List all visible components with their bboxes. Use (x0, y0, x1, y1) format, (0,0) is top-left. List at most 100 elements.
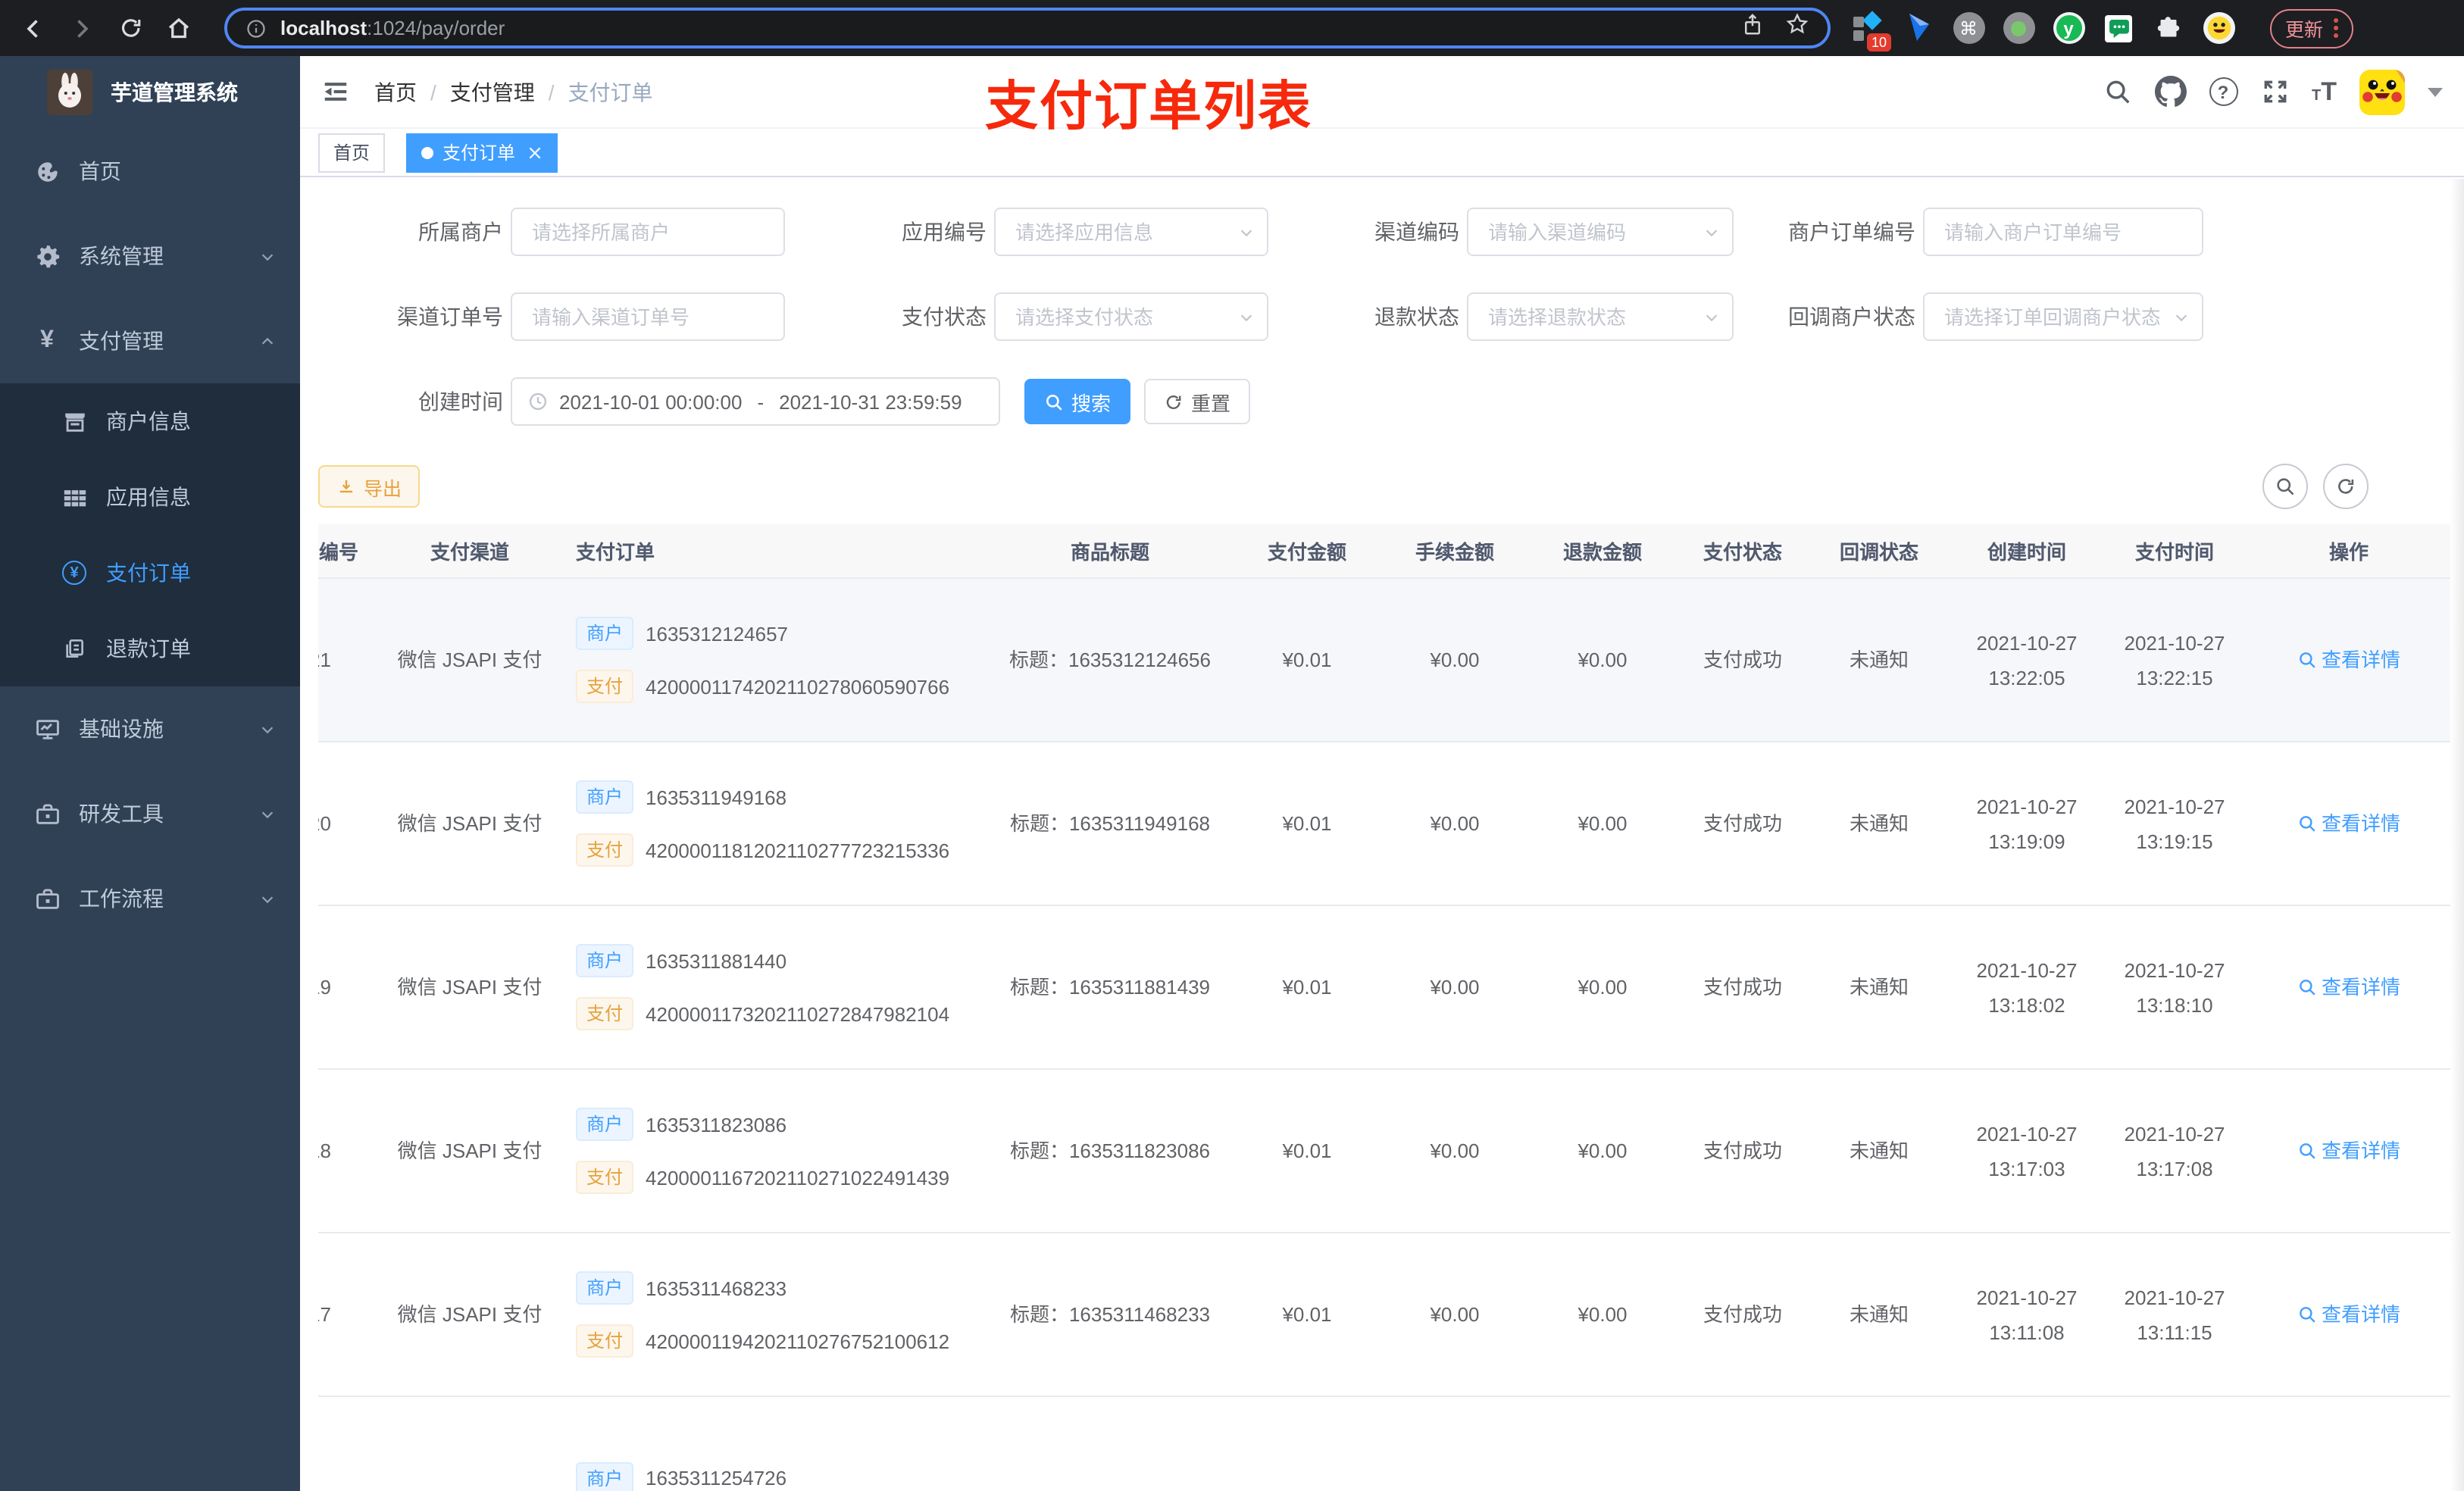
channel-code-select[interactable] (1467, 208, 1734, 256)
extension-badge: 10 (1866, 33, 1891, 51)
col-id: 编号 (318, 541, 358, 564)
clock-icon (527, 391, 549, 412)
help-icon[interactable]: ? (2209, 77, 2237, 106)
font-size-icon[interactable]: TT (2312, 79, 2337, 105)
reset-button[interactable]: 重置 (1144, 379, 1251, 424)
browser-refresh-button[interactable] (112, 10, 149, 46)
table-row: 20 微信 JSAPI 支付 商户1635311949168 支付4200001… (318, 742, 2455, 906)
search-icon (2277, 478, 2294, 495)
view-detail-link[interactable]: 查看详情 (2297, 973, 2400, 1002)
view-detail-link[interactable]: 查看详情 (2297, 1300, 2400, 1329)
sidebar-item-home[interactable]: 首页 (0, 129, 300, 214)
pay-status-label: 支付状态 (902, 305, 987, 329)
sidebar-item-payment[interactable]: ¥ 支付管理 (0, 299, 300, 383)
search-icon (2300, 1143, 2315, 1159)
filter-row-3: 创建时间 2021-10-01 00:00:00 - 2021-10-31 23… (318, 377, 2455, 426)
extension-kite-icon[interactable] (1902, 11, 1935, 45)
browser-update-button[interactable]: 更新 (2270, 8, 2354, 48)
sidebar: 芋道管理系统 首页 系统管理 ¥ 支付管理 商户信息 应用信息 ¥ 支付订单 退… (0, 56, 300, 1491)
view-detail-link[interactable]: 查看详情 (2297, 809, 2400, 838)
tab-home[interactable]: 首页 (318, 133, 386, 172)
notify-status-label: 回调商户状态 (1788, 305, 1915, 329)
col-amount: 支付金额 (1267, 541, 1346, 564)
browser-menu-icon[interactable] (2334, 18, 2339, 38)
scrollbar[interactable] (2450, 179, 2464, 1491)
tab-pay-order[interactable]: 支付订单 (406, 133, 558, 172)
sidebar-item-infrastructure[interactable]: 基础设施 (0, 686, 300, 771)
extension-y-icon[interactable]: y (2052, 11, 2085, 45)
pay-status-select[interactable] (994, 292, 1268, 341)
col-paid: 支付时间 (2134, 541, 2214, 564)
address-bar[interactable]: localhost:1024/pay/order (224, 8, 1831, 48)
refresh-table-button[interactable] (2323, 464, 2369, 509)
search-button[interactable]: 搜索 (1024, 379, 1131, 424)
breadcrumb-home[interactable]: 首页 (374, 77, 417, 107)
merchant-tag: 商户 (576, 1461, 634, 1491)
col-order: 支付订单 (576, 541, 655, 564)
extensions-puzzle-icon[interactable] (2152, 11, 2185, 45)
share-icon[interactable] (1741, 11, 1764, 45)
col-notify: 回调状态 (1839, 541, 1918, 564)
site-info-icon[interactable] (245, 17, 267, 39)
refresh-icon (2338, 479, 2354, 494)
app-select[interactable] (994, 208, 1268, 256)
sidebar-item-merchant-info[interactable]: 商户信息 (0, 383, 300, 459)
refund-status-select-wrap (1467, 292, 1734, 341)
sidebar-item-system[interactable]: 系统管理 (0, 214, 300, 299)
active-tab-dot (421, 146, 434, 158)
extension-emoji-icon[interactable] (2202, 11, 2235, 45)
merchant-input-wrap (511, 208, 785, 256)
sidebar-item-pay-order[interactable]: ¥ 支付订单 (0, 535, 300, 611)
chevron-down-icon (259, 890, 276, 907)
pay-tag: 支付 (576, 670, 634, 703)
avatar[interactable] (2359, 69, 2405, 114)
search-icon[interactable] (2103, 77, 2131, 106)
sidebar-item-app-info[interactable]: 应用信息 (0, 459, 300, 535)
pay-status-select-wrap (994, 292, 1268, 341)
payment-submenu: 商户信息 应用信息 ¥ 支付订单 退款订单 (0, 383, 300, 686)
export-button[interactable]: 导出 (318, 465, 421, 508)
filter-row-2: 渠道订单号 支付状态 退款状态 回调商户状态 (318, 292, 2455, 341)
github-icon[interactable] (2154, 76, 2186, 108)
sidebar-item-dev-tools[interactable]: 研发工具 (0, 771, 300, 856)
avatar-caret-icon[interactable] (2428, 87, 2443, 96)
col-title: 商品标题 (1070, 541, 1149, 564)
extension-record-icon[interactable] (2002, 11, 2035, 45)
close-icon[interactable] (527, 145, 543, 160)
sidebar-toggle-icon[interactable] (321, 77, 350, 106)
merchant-tag: 商户 (576, 1108, 634, 1141)
channel-order-no-input[interactable] (511, 292, 785, 341)
search-icon (2300, 980, 2315, 996)
fullscreen-icon[interactable] (2260, 77, 2289, 106)
search-icon (2300, 1307, 2315, 1323)
browser-home-button[interactable] (161, 10, 197, 46)
merchant-tag: 商户 (576, 617, 634, 650)
bookmark-star-icon[interactable] (1785, 12, 1809, 44)
yen-icon: ¥ (40, 327, 54, 353)
view-detail-link[interactable]: 查看详情 (2297, 645, 2400, 674)
notify-status-select[interactable] (1923, 292, 2203, 341)
table-row: 19 微信 JSAPI 支付 商户1635311881440 支付4200001… (318, 906, 2455, 1070)
url-text[interactable]: localhost:1024/pay/order (280, 17, 505, 39)
create-time-range-picker[interactable]: 2021-10-01 00:00:00 - 2021-10-31 23:59:5… (511, 377, 1000, 426)
breadcrumb-payment[interactable]: 支付管理 (450, 77, 535, 107)
browser-back-button[interactable] (15, 10, 52, 46)
table-toolbar: 导出 (318, 462, 2455, 511)
extension-pieces-icon[interactable]: 10 (1852, 10, 1891, 51)
merchant-input[interactable] (511, 208, 785, 256)
document-copy-icon (61, 636, 88, 661)
app-logo[interactable]: 芋道管理系统 (0, 56, 300, 129)
table-row: 21 微信 JSAPI 支付 商户1635312124657 支付4200001… (318, 579, 2455, 742)
browser-forward-button[interactable] (64, 10, 100, 46)
search-icon (1046, 394, 1062, 410)
channel-code-select-wrap (1467, 208, 1734, 256)
view-detail-link[interactable]: 查看详情 (2297, 1136, 2400, 1165)
browser-chrome: localhost:1024/pay/order 10 ⌘ y 更新 (0, 0, 2464, 56)
show-search-button[interactable] (2262, 464, 2308, 509)
extension-chat-icon[interactable] (2102, 11, 2135, 45)
sidebar-item-workflow[interactable]: 工作流程 (0, 856, 300, 941)
extension-command-icon[interactable]: ⌘ (1952, 11, 1985, 45)
refund-status-select[interactable] (1467, 292, 1734, 341)
sidebar-item-refund-order[interactable]: 退款订单 (0, 611, 300, 686)
merchant-order-no-input[interactable] (1923, 208, 2203, 256)
